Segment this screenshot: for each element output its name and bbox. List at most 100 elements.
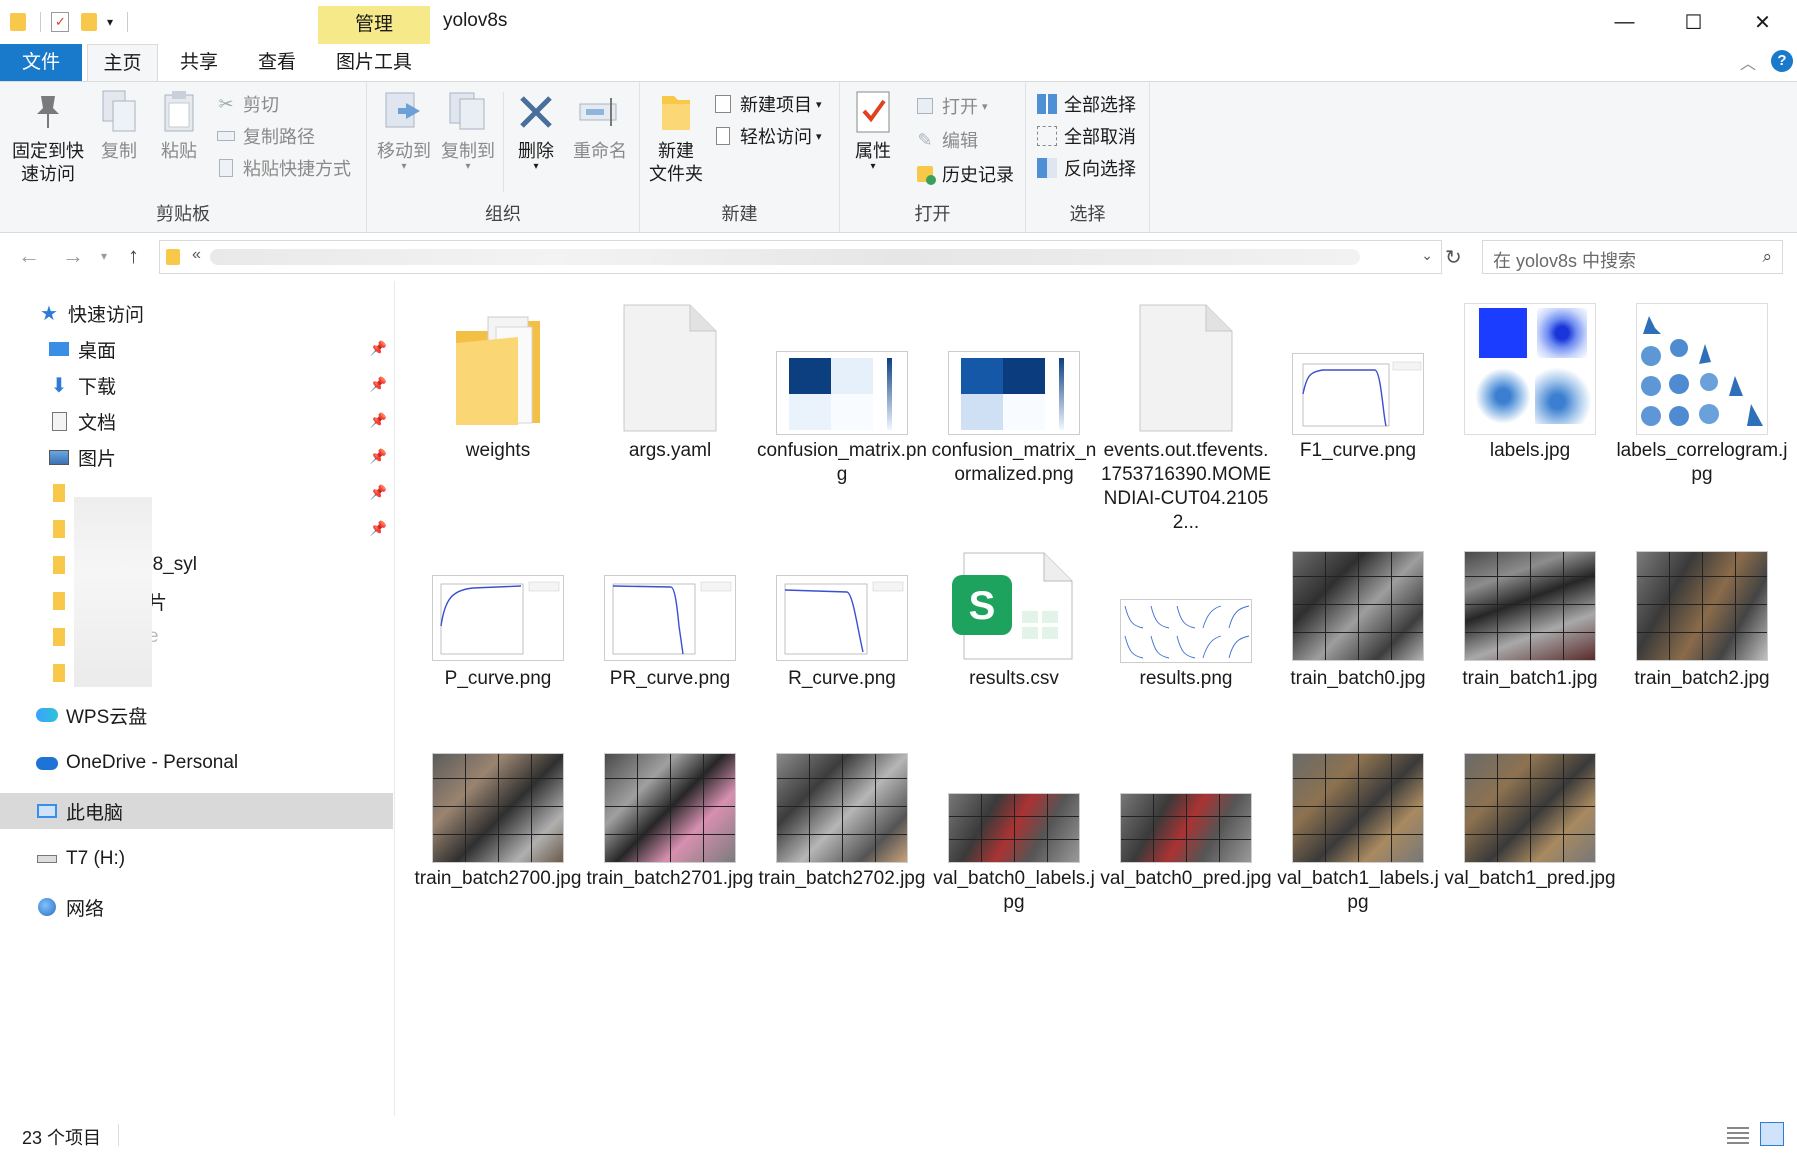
organize-group-label: 组织 — [485, 204, 521, 224]
nav-downloads-label: 下载 — [78, 376, 117, 398]
nav-t7-drive[interactable]: T7 (H:) — [0, 841, 393, 877]
tab-share[interactable]: 共享 — [164, 44, 234, 81]
chevron-down-icon[interactable]: ▾ — [107, 15, 113, 29]
nav-network[interactable]: 网络 — [0, 889, 393, 925]
new-item-button[interactable]: 新建项目 ▾ — [712, 90, 822, 118]
nav-folder-item[interactable]: 📌 — [0, 475, 393, 511]
manage-context-tab[interactable]: 管理 — [318, 6, 430, 44]
pr-curve-thumbnail — [604, 575, 736, 661]
copy-button[interactable]: 复制 — [92, 88, 146, 163]
delete-button[interactable]: 删除 ▾ — [509, 88, 563, 172]
nav-folder-item[interactable]: 08_syl — [0, 547, 393, 583]
nav-this-pc[interactable]: 此电脑 — [0, 793, 393, 829]
open-button[interactable]: 打开 ▾ — [914, 92, 988, 120]
nav-documents[interactable]: 文档 📌 — [0, 403, 393, 439]
val-batch0-labels-thumbnail — [948, 793, 1080, 863]
new-item-label: 新建项目 — [740, 95, 812, 115]
tab-picture-tools[interactable]: 图片工具 — [318, 44, 430, 81]
search-icon[interactable]: ⌕ — [1762, 247, 1772, 267]
new-folder-icon[interactable] — [81, 13, 97, 31]
select-all-label: 全部选择 — [1064, 95, 1136, 115]
separator-divider — [503, 92, 504, 192]
file-name: val_batch1_pred.jpg — [1444, 868, 1616, 889]
history-button[interactable]: 历史记录 — [914, 160, 1014, 188]
maximize-button[interactable]: ☐ — [1659, 0, 1728, 44]
f1-curve-thumbnail — [1292, 353, 1424, 435]
select-none-button[interactable]: 全部取消 — [1036, 122, 1136, 150]
invert-selection-button[interactable]: 反向选择 — [1036, 154, 1136, 182]
nav-wps-cloud[interactable]: WPS云盘 — [0, 697, 393, 733]
recent-locations-chevron-icon[interactable]: ▾ — [101, 249, 107, 263]
chevron-down-icon[interactable]: ⌄ — [1421, 247, 1433, 264]
file-name: train_batch2701.jpg — [586, 868, 754, 889]
copy-icon — [97, 88, 141, 136]
minimize-button[interactable]: — — [1590, 0, 1659, 44]
desktop-icon — [48, 338, 70, 360]
refresh-icon[interactable]: ↻ — [1445, 245, 1462, 270]
confusion-matrix-normalized-thumbnail — [948, 351, 1080, 435]
help-icon[interactable]: ? — [1771, 50, 1793, 72]
select-all-button[interactable]: 全部选择 — [1036, 90, 1136, 118]
move-to-button[interactable]: 移动到 ▾ — [371, 88, 437, 172]
path-overflow-chevron[interactable]: « — [192, 246, 201, 264]
pin-to-quick-access-button[interactable]: 固定到快 速访问 — [6, 88, 90, 186]
pin-icon: 📌 — [369, 340, 387, 356]
nav-folder-item[interactable]: e — [0, 619, 393, 655]
nav-pictures[interactable]: 图片 📌 — [0, 439, 393, 475]
search-input[interactable]: 在 yolov8s 中搜索 ⌕ — [1482, 240, 1783, 274]
forward-arrow-icon[interactable]: → — [62, 243, 84, 269]
address-bar[interactable]: « ⌄ — [159, 240, 1442, 274]
file-name: weights — [465, 440, 531, 461]
new-group-label: 新建 — [721, 204, 758, 224]
status-bar: 23 个项目 — [0, 1116, 1797, 1153]
properties-icon[interactable]: ✓ — [51, 12, 69, 32]
folder-icon[interactable] — [10, 13, 26, 31]
item-count: 23 个项目 — [22, 1128, 102, 1148]
details-view-icon[interactable] — [1727, 1124, 1749, 1144]
nav-quick-access[interactable]: ★ 快速访问 — [0, 295, 393, 331]
chevron-up-icon[interactable]: ︿ — [1740, 50, 1756, 74]
back-arrow-icon[interactable]: ← — [18, 243, 40, 269]
tab-file[interactable]: 文件 — [0, 44, 82, 81]
properties-button[interactable]: 属性 ▾ — [844, 88, 902, 172]
delete-label: 删除 — [518, 141, 554, 161]
edit-button[interactable]: ✎ 编辑 — [914, 126, 978, 154]
paste-shortcut-button[interactable]: 粘贴快捷方式 — [215, 154, 351, 182]
folder-icon — [48, 482, 70, 504]
nav-downloads[interactable]: ⬇ 下载 📌 — [0, 367, 393, 403]
nav-desktop[interactable]: 桌面 📌 — [0, 331, 393, 367]
nav-this-pc-label: 此电脑 — [66, 802, 124, 824]
copy-path-button[interactable]: 复制路径 — [215, 122, 315, 150]
file-name: events.out.tfevents.1753716390.MOMENDIAI… — [1100, 440, 1272, 533]
blurred-overlay — [74, 497, 152, 687]
paste-button[interactable]: 粘贴 — [152, 88, 206, 163]
nav-onedrive[interactable]: OneDrive - Personal — [0, 745, 393, 781]
onedrive-cloud-icon — [36, 752, 58, 774]
blank-file-icon — [1139, 304, 1233, 432]
history-icon — [914, 163, 936, 185]
up-arrow-icon[interactable]: ↑ — [128, 243, 139, 269]
large-icons-view-icon[interactable] — [1760, 1122, 1784, 1146]
nav-folder-item[interactable]: 📌 — [0, 511, 393, 547]
open-icon — [914, 95, 936, 117]
pictures-icon — [48, 446, 70, 468]
rename-icon — [578, 88, 622, 136]
tab-home[interactable]: 主页 — [87, 44, 158, 81]
cut-button[interactable]: ✂ 剪切 — [215, 90, 279, 118]
nav-folder-item[interactable]: 片 — [0, 583, 393, 619]
folder-icon — [456, 316, 540, 425]
easy-access-button[interactable]: 轻松访问 ▾ — [712, 122, 822, 150]
folder-icon — [48, 626, 70, 648]
file-list: weights args.yaml confusion_matrix.png c… — [396, 281, 1797, 1116]
copy-path-icon — [215, 125, 237, 147]
new-folder-button[interactable]: 新建 文件夹 — [644, 88, 708, 186]
nav-folder-item[interactable] — [0, 655, 393, 691]
file-name: confusion_matrix_normalized.png — [931, 440, 1097, 485]
file-name: train_batch1.jpg — [1462, 668, 1598, 689]
tab-view[interactable]: 查看 — [242, 44, 312, 81]
close-button[interactable]: ✕ — [1728, 0, 1797, 44]
edit-icon: ✎ — [917, 129, 933, 150]
rename-button[interactable]: 重命名 — [567, 88, 633, 163]
copy-to-button[interactable]: 复制到 ▾ — [435, 88, 501, 172]
file-name: val_batch1_labels.jpg — [1277, 868, 1439, 913]
